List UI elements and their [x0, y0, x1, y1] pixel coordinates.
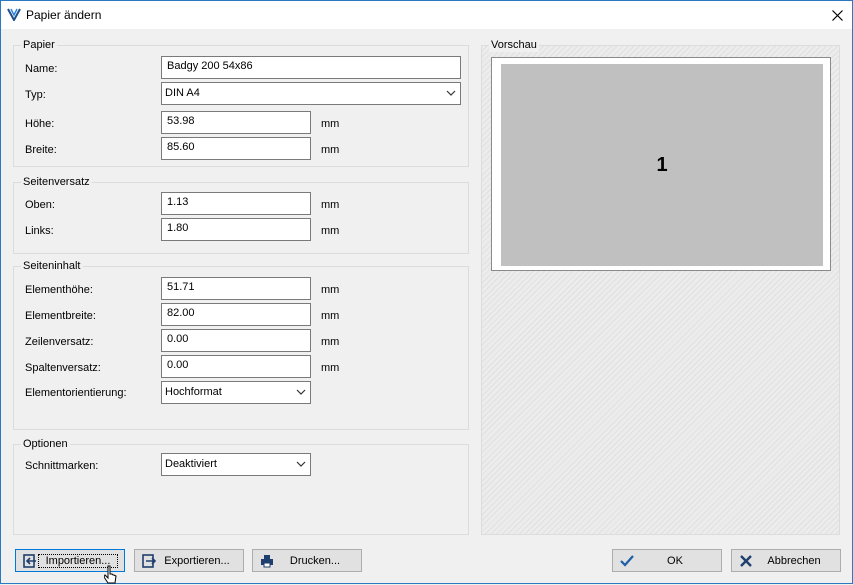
typ-label: Typ:	[25, 89, 46, 101]
exportieren-button[interactable]: Exportieren...	[134, 549, 244, 572]
chevron-down-icon	[296, 461, 306, 467]
group-title-seiteninhalt: Seiteninhalt	[21, 260, 83, 273]
x-icon	[738, 553, 754, 569]
preview-page-number: 1	[656, 153, 668, 176]
typ-select-value: DIN A4	[165, 87, 200, 99]
zeilenversatz-field[interactable]: 0.00	[161, 329, 311, 352]
spaltenversatz-label: Spaltenversatz:	[25, 362, 101, 374]
oben-label: Oben:	[25, 199, 55, 211]
dialog-window: Papier ändern Papier Name: Badgy 200 54x…	[0, 0, 853, 584]
title-bar[interactable]: Papier ändern	[1, 1, 852, 29]
chevron-down-icon	[446, 90, 456, 96]
elementhoehe-field[interactable]: 51.71	[161, 277, 311, 300]
group-title-seitenversatz: Seitenversatz	[21, 176, 92, 189]
window-title: Papier ändern	[26, 8, 102, 22]
name-field[interactable]: Badgy 200 54x86	[161, 56, 461, 79]
elementbreite-label: Elementbreite:	[25, 310, 96, 322]
drucken-button-label: Drucken...	[289, 554, 341, 567]
drucken-button[interactable]: Drucken...	[252, 549, 362, 572]
preview-panel: Vorschau 1	[481, 39, 840, 535]
zeilenversatz-label: Zeilenversatz:	[25, 336, 94, 348]
mouse-cursor-icon	[104, 565, 117, 584]
orientierung-label: Elementorientierung:	[25, 387, 127, 399]
printer-icon	[259, 553, 275, 569]
hoehe-field[interactable]: 53.98	[161, 111, 311, 134]
ok-button[interactable]: OK	[612, 549, 722, 572]
elementhoehe-label: Elementhöhe:	[25, 284, 93, 296]
close-icon	[831, 9, 843, 21]
elementhoehe-unit: mm	[321, 284, 340, 296]
breite-field[interactable]: 85.60	[161, 137, 311, 160]
breite-unit: mm	[321, 144, 340, 156]
group-title-papier: Papier	[21, 39, 57, 52]
name-label: Name:	[25, 63, 58, 75]
group-title-optionen: Optionen	[21, 438, 70, 451]
group-title-vorschau: Vorschau	[489, 39, 539, 52]
schnittmarken-label: Schnittmarken:	[25, 460, 99, 472]
close-button[interactable]	[822, 1, 852, 29]
oben-unit: mm	[321, 199, 340, 211]
orientierung-select-value: Hochformat	[165, 386, 222, 398]
preview-page: 1	[501, 64, 823, 266]
links-unit: mm	[321, 225, 340, 237]
app-logo-icon	[7, 7, 21, 23]
typ-select[interactable]: DIN A4	[161, 82, 461, 105]
exportieren-button-label: Exportieren...	[164, 554, 230, 567]
checkmark-icon	[619, 553, 635, 569]
abbrechen-button[interactable]: Abbrechen	[731, 549, 841, 572]
schnittmarken-select-value: Deaktiviert	[165, 458, 217, 470]
elementbreite-unit: mm	[321, 310, 340, 322]
zeilenversatz-unit: mm	[321, 336, 340, 348]
elementbreite-field[interactable]: 82.00	[161, 303, 311, 326]
import-icon	[22, 553, 38, 569]
schnittmarken-select[interactable]: Deaktiviert	[161, 453, 311, 476]
hoehe-unit: mm	[321, 118, 340, 130]
links-label: Links:	[25, 225, 54, 237]
orientierung-select[interactable]: Hochformat	[161, 381, 311, 404]
export-icon	[141, 553, 157, 569]
chevron-down-icon	[296, 389, 306, 395]
oben-field[interactable]: 1.13	[161, 192, 311, 215]
hoehe-label: Höhe:	[25, 118, 55, 130]
spaltenversatz-unit: mm	[321, 362, 340, 374]
links-field[interactable]: 1.80	[161, 218, 311, 241]
ok-button-label: OK	[667, 554, 683, 567]
breite-label: Breite:	[25, 144, 57, 156]
abbrechen-button-label: Abbrechen	[767, 554, 821, 567]
spaltenversatz-field[interactable]: 0.00	[161, 355, 311, 378]
preview-page-frame: 1	[491, 57, 831, 271]
